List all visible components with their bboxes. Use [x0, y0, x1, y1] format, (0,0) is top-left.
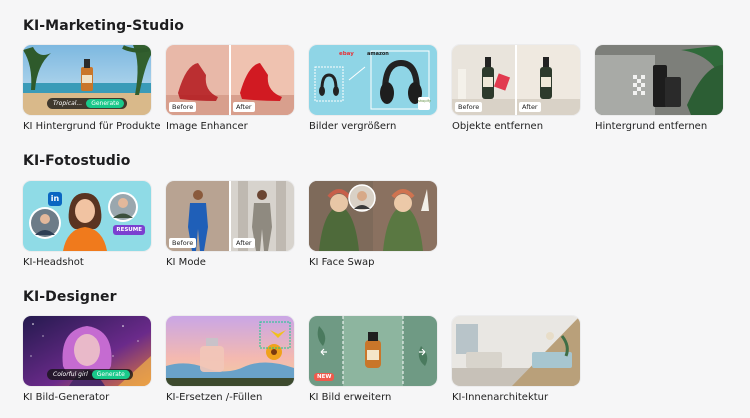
tool-card-ai-replace-fill[interactable]: KI-Ersetzen /-Füllen: [166, 316, 294, 403]
tool-card-ai-fashion[interactable]: Before After KI Mode: [166, 181, 294, 268]
generate-button: Generate: [86, 99, 125, 108]
section-title-photo-studio: KI-Fotostudio: [23, 153, 131, 169]
thumbnail-image-upscaler: ebay amazon shopify: [309, 45, 437, 115]
card-label: Objekte entfernen: [452, 121, 544, 132]
linkedin-icon: in: [48, 192, 62, 206]
tool-card-ai-interior-design[interactable]: KI-Innenarchitektur: [452, 316, 580, 403]
thumbnail-image-enhancer: Before After: [166, 45, 294, 115]
card-label: Bilder vergrößern: [309, 121, 397, 132]
thumbnail-face-swap: [309, 181, 437, 251]
card-label: KI-Innenarchitektur: [452, 392, 549, 403]
thumbnail-object-remover: Before After: [452, 45, 580, 115]
tool-card-object-remover[interactable]: Before After Objekte entfernen: [452, 45, 580, 132]
card-label: KI Mode: [166, 257, 206, 268]
after-label: After: [233, 238, 255, 248]
generate-button: Generate: [91, 370, 130, 379]
tool-card-image-enhancer[interactable]: Before After Image Enhancer: [166, 45, 294, 132]
thumbnail-ai-fashion: Before After: [166, 181, 294, 251]
before-label: Before: [455, 102, 483, 112]
prompt-bar: Colorful girl Generate: [47, 369, 133, 380]
new-badge: NEW: [314, 373, 335, 381]
amazon-logo: amazon: [367, 51, 389, 57]
thumbnail-ai-replace-fill: [166, 316, 294, 386]
thumbnail-background-remover: [595, 45, 723, 115]
card-label: Hintergrund entfernen: [595, 121, 708, 132]
ebay-logo: ebay: [339, 51, 354, 57]
card-label: KI Face Swap: [309, 257, 375, 268]
prompt-text: Colorful girl: [53, 371, 88, 378]
prompt-text: Tropical...: [53, 100, 83, 107]
after-label: After: [233, 102, 255, 112]
tool-card-image-upscaler[interactable]: ebay amazon shopify Bilder vergrößern: [309, 45, 437, 132]
before-label: Before: [169, 102, 197, 112]
prompt-bar: Tropical... Generate: [47, 98, 128, 109]
tool-card-ai-headshot[interactable]: in RESUME KI-Headshot: [23, 181, 151, 268]
section-title-marketing-studio: KI-Marketing-Studio: [23, 18, 184, 34]
tool-card-ai-image-expand[interactable]: NEW KI Bild erweitern: [309, 316, 437, 403]
section-title-designer: KI-Designer: [23, 289, 117, 305]
before-label: Before: [169, 238, 197, 248]
shopify-logo: shopify: [418, 97, 431, 110]
card-label: KI Bild erweitern: [309, 392, 392, 403]
thumbnail-ai-background: Tropical... Generate: [23, 45, 151, 115]
tool-card-ai-background[interactable]: Tropical... Generate KI Hintergrund für …: [23, 45, 161, 132]
card-label: Image Enhancer: [166, 121, 248, 132]
thumbnail-ai-image-generator: Colorful girl Generate: [23, 316, 151, 386]
after-label: After: [519, 102, 541, 112]
thumbnail-ai-headshot: in RESUME: [23, 181, 151, 251]
card-label: KI Bild-Generator: [23, 392, 110, 403]
tool-card-ai-image-generator[interactable]: Colorful girl Generate KI Bild-Generator: [23, 316, 151, 403]
card-label: KI Hintergrund für Produkte: [23, 121, 161, 132]
card-label: KI-Ersetzen /-Füllen: [166, 392, 263, 403]
resume-badge: RESUME: [113, 225, 145, 235]
thumbnail-ai-image-expand: NEW: [309, 316, 437, 386]
card-label: KI-Headshot: [23, 257, 84, 268]
tool-card-background-remover[interactable]: Hintergrund entfernen: [595, 45, 723, 132]
tool-card-face-swap[interactable]: KI Face Swap: [309, 181, 437, 268]
thumbnail-ai-interior-design: [452, 316, 580, 386]
